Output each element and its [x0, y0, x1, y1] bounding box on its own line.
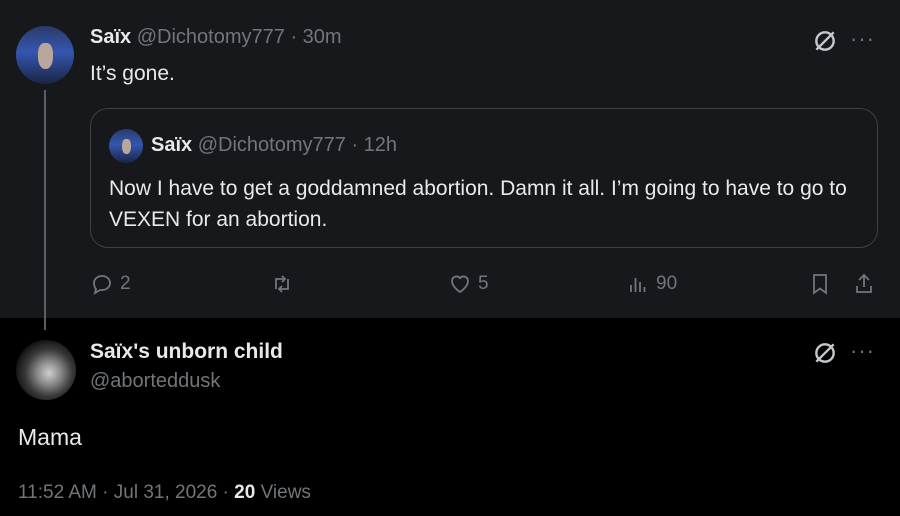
quote-header: Saïx @Dichotomy777 · 12h: [151, 134, 397, 157]
share-button[interactable]: [852, 272, 876, 296]
thread-line: [44, 90, 46, 330]
share-icon: [856, 273, 872, 293]
avatar-face: [38, 43, 54, 70]
reply-count: 2: [120, 273, 131, 294]
view-count: 20: [234, 482, 256, 503]
avatar-face: [121, 139, 131, 155]
more-options-icon[interactable]: ···: [850, 26, 875, 52]
separator: ·: [351, 134, 359, 156]
retweet-icon: [275, 275, 289, 293]
bookmark-button[interactable]: [808, 272, 832, 296]
quote-author-name: Saïx: [151, 134, 193, 156]
tweet-meta: 11:52 AM · Jul 31, 2026 · 20 Views: [18, 482, 311, 504]
retweet-button[interactable]: [270, 272, 294, 296]
author-handle[interactable]: @aborteddusk: [90, 370, 220, 393]
timestamp[interactable]: 11:52 AM · Jul 31, 2026 ·: [18, 482, 229, 503]
bookmark-icon: [813, 274, 827, 295]
parent-tweet-area: Saïx @Dichotomy777 · 30m ··· It’s gone. …: [0, 0, 900, 330]
grok-icon[interactable]: [812, 28, 838, 54]
separator: ·: [290, 26, 298, 48]
post-time[interactable]: 30m: [303, 26, 342, 48]
tweet-text: It’s gone.: [90, 62, 175, 85]
author-handle[interactable]: @Dichotomy777: [137, 26, 285, 48]
views-count: 90: [656, 273, 678, 294]
views-label: Views: [260, 482, 311, 503]
tweet-header: Saïx @Dichotomy777 · 30m: [90, 26, 342, 49]
like-count: 5: [478, 273, 489, 294]
heart-icon: [451, 275, 469, 294]
views-icon: [630, 278, 646, 292]
quote-author-handle: @Dichotomy777: [197, 134, 346, 156]
quote-time: 12h: [363, 134, 398, 156]
quote-text: Now I have to get a goddamned abortion. …: [109, 177, 847, 231]
grok-icon[interactable]: [812, 340, 838, 366]
author-name[interactable]: Saïx: [90, 26, 131, 48]
quoted-tweet[interactable]: Saïx @Dichotomy777 · 12h Now I have to g…: [90, 108, 878, 248]
views-button[interactable]: 90: [626, 272, 677, 296]
reply-icon: [93, 275, 111, 295]
tweet-text: Mama: [18, 424, 82, 450]
like-button[interactable]: 5: [448, 272, 489, 296]
avatar[interactable]: [16, 340, 76, 400]
more-options-icon[interactable]: ···: [850, 338, 875, 364]
author-name[interactable]: Saïx's unborn child: [90, 340, 283, 364]
avatar[interactable]: [16, 26, 74, 84]
action-bar: 2 5 90: [90, 272, 880, 302]
reply-button[interactable]: 2: [90, 272, 131, 296]
quote-avatar: [109, 129, 143, 163]
